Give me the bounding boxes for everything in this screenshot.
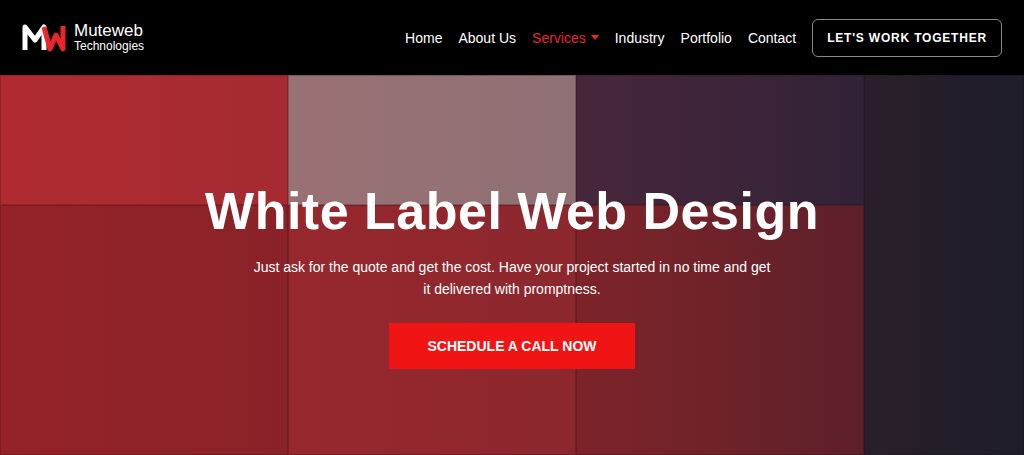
nav-item[interactable]: About Us <box>450 30 524 46</box>
header: MutewebTechnologies HomeAbout UsServicesI… <box>0 0 1024 75</box>
logo-icon <box>22 23 66 53</box>
nav-item[interactable]: Industry <box>607 30 673 46</box>
main-nav: HomeAbout UsServicesIndustryPortfolioCon… <box>397 19 1002 57</box>
nav-item[interactable]: Contact <box>740 30 804 46</box>
page: MutewebTechnologies HomeAbout UsServicesI… <box>0 0 1024 455</box>
nav-item[interactable]: Home <box>397 30 450 46</box>
hero-subtitle: Just ask for the quote and get the cost.… <box>252 257 772 300</box>
hero: White Label Web Design Just ask for the q… <box>0 75 1024 455</box>
hero-title: White Label Web Design <box>205 181 819 241</box>
logo-tagline: Technologies <box>74 40 144 53</box>
work-together-button[interactable]: LET'S WORK TOGETHER <box>812 19 1002 57</box>
chevron-down-icon <box>591 35 599 41</box>
nav-item[interactable]: Services <box>524 30 607 46</box>
logo-name: Muteweb <box>74 22 144 41</box>
schedule-call-button[interactable]: SCHEDULE A CALL NOW <box>389 323 634 369</box>
logo[interactable]: MutewebTechnologies <box>22 22 144 54</box>
nav-item[interactable]: Portfolio <box>673 30 740 46</box>
